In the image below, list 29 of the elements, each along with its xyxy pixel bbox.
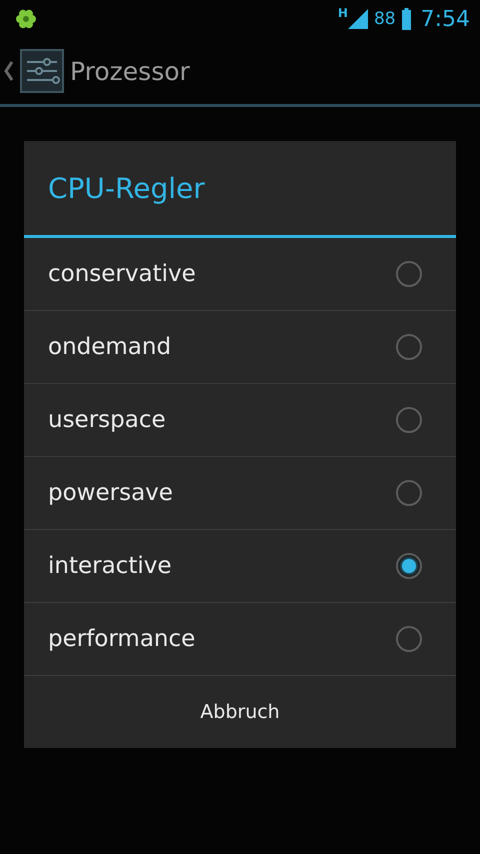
- option-label: performance: [48, 626, 196, 652]
- radio-button[interactable]: [396, 334, 422, 360]
- screen-title: Prozessor: [70, 56, 190, 86]
- option-row[interactable]: powersave: [24, 457, 456, 530]
- option-label: interactive: [48, 553, 172, 579]
- option-label: ondemand: [48, 334, 172, 360]
- radio-button[interactable]: [396, 626, 422, 652]
- option-row[interactable]: interactive: [24, 530, 456, 603]
- sliders-icon[interactable]: [20, 49, 64, 93]
- option-label: powersave: [48, 480, 173, 506]
- option-label: conservative: [48, 261, 196, 287]
- option-row[interactable]: ondemand: [24, 311, 456, 384]
- battery-icon: [402, 8, 411, 30]
- radio-button[interactable]: [396, 407, 422, 433]
- option-label: userspace: [48, 407, 166, 433]
- option-row[interactable]: conservative: [24, 238, 456, 311]
- cancel-button[interactable]: Abbruch: [24, 676, 456, 748]
- flower-icon: [16, 9, 36, 29]
- radio-button[interactable]: [396, 553, 422, 579]
- clock: 7:54: [420, 6, 470, 32]
- network-type: H: [338, 6, 348, 20]
- battery-level: 88: [374, 9, 396, 29]
- back-icon[interactable]: [4, 60, 14, 82]
- signal-icon: [348, 9, 368, 29]
- option-row[interactable]: userspace: [24, 384, 456, 457]
- radio-button[interactable]: [396, 480, 422, 506]
- dialog-title: CPU-Regler: [24, 141, 456, 238]
- radio-button[interactable]: [396, 261, 422, 287]
- option-row[interactable]: performance: [24, 603, 456, 676]
